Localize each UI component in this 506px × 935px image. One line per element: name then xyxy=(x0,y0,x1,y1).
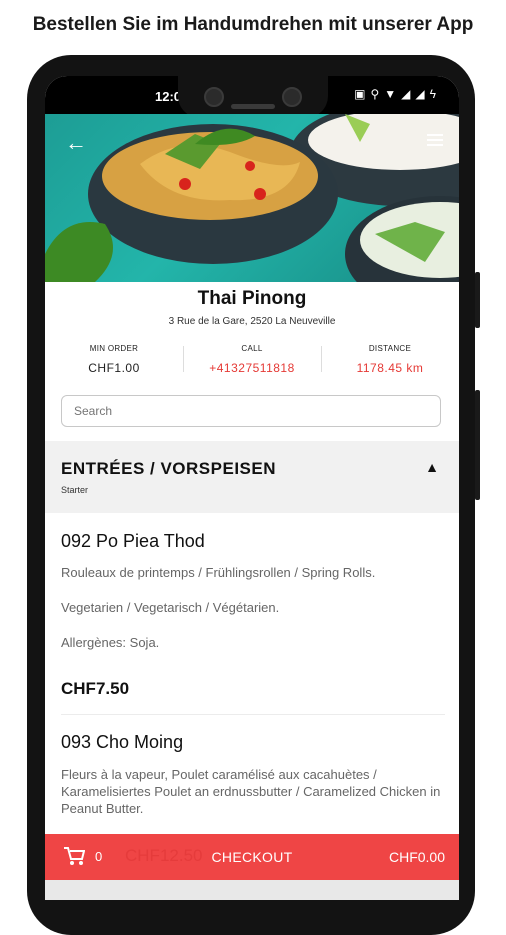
location-icon: ⚲ xyxy=(370,87,385,101)
item-name: 092 Po Piea Thod xyxy=(61,531,205,551)
front-camera-icon xyxy=(282,87,302,107)
menu-item[interactable]: 093 Cho Moing xyxy=(61,732,445,753)
item-price: CHF7.50 xyxy=(61,679,130,698)
distance-value: 1178.45 km xyxy=(356,361,424,375)
distance-label: DISTANCE xyxy=(368,344,412,353)
restaurant-info-row: MIN ORDER CHF1.00 CALL +41327511818 DIST… xyxy=(45,338,459,388)
checkout-bar[interactable]: 0 CHF12.50 CHECKOUT CHF0.00 xyxy=(45,834,459,880)
restaurant-name: Thai Pinong xyxy=(197,288,307,309)
distance-block: DISTANCE 1178.45 km xyxy=(321,344,459,375)
food-photo xyxy=(45,114,459,282)
signal-icon: ◢ xyxy=(415,87,430,101)
cart-total: CHF0.00 xyxy=(388,849,445,865)
min-order-value: CHF1.00 xyxy=(88,361,140,375)
battery-icon: ϟ xyxy=(429,87,441,101)
menu-icon[interactable] xyxy=(427,134,443,146)
signal-icon: ◢ xyxy=(401,87,416,101)
restaurant-address: 3 Rue de la Gare, 2520 La Neuveville xyxy=(168,316,336,327)
item-description: Vegetarien / Vegetarisch / Végétarien. xyxy=(61,600,280,615)
notification-icon: ▣ xyxy=(354,87,371,101)
category-title: ENTRÉES / VORSPEISEN xyxy=(61,459,276,478)
call-label: CALL xyxy=(241,344,263,353)
min-order-label: MIN ORDER xyxy=(89,344,139,353)
promo-headline: Bestellen Sie im Handumdrehen mit unsere… xyxy=(32,14,474,35)
camera-notch xyxy=(178,76,328,118)
phone-side-button xyxy=(475,272,480,328)
item-description: Fleurs à la vapeur, Poulet caramélisé au… xyxy=(61,767,441,816)
earpiece-speaker xyxy=(231,104,275,109)
category-subtitle: Starter xyxy=(61,485,89,495)
phone-number-link[interactable]: +41327511818 xyxy=(183,361,321,375)
item-name: 093 Cho Moing xyxy=(61,732,184,752)
chevron-up-icon[interactable]: ▲ xyxy=(425,459,439,475)
status-bar: 12:0 ▣⚲▼◢◢ϟ xyxy=(45,76,459,118)
min-order-block: MIN ORDER CHF1.00 xyxy=(45,344,183,375)
wifi-icon: ▼ xyxy=(384,87,402,101)
restaurant-hero-image: ← xyxy=(45,114,459,282)
item-allergens: Allergènes: Soja. xyxy=(61,635,160,650)
item-separator xyxy=(61,714,445,715)
android-nav-bar xyxy=(45,880,459,900)
category-header-entrees[interactable]: ENTRÉES / VORSPEISEN Starter ▲ xyxy=(45,441,459,513)
back-arrow-icon[interactable]: ← xyxy=(65,130,87,156)
call-block[interactable]: CALL +41327511818 xyxy=(183,344,321,375)
app-screen: 12:0 ▣⚲▼◢◢ϟ ← Thai Pinong 3 Rue de la Ga… xyxy=(45,76,459,900)
search-input[interactable] xyxy=(61,395,441,427)
front-camera-icon xyxy=(204,87,224,107)
phone-volume-button xyxy=(475,390,480,500)
menu-item[interactable]: 092 Po Piea Thod xyxy=(61,531,445,552)
item-description: Rouleaux de printemps / Frühlingsrollen … xyxy=(61,565,376,580)
status-icons: ▣⚲▼◢◢ϟ xyxy=(354,87,441,101)
